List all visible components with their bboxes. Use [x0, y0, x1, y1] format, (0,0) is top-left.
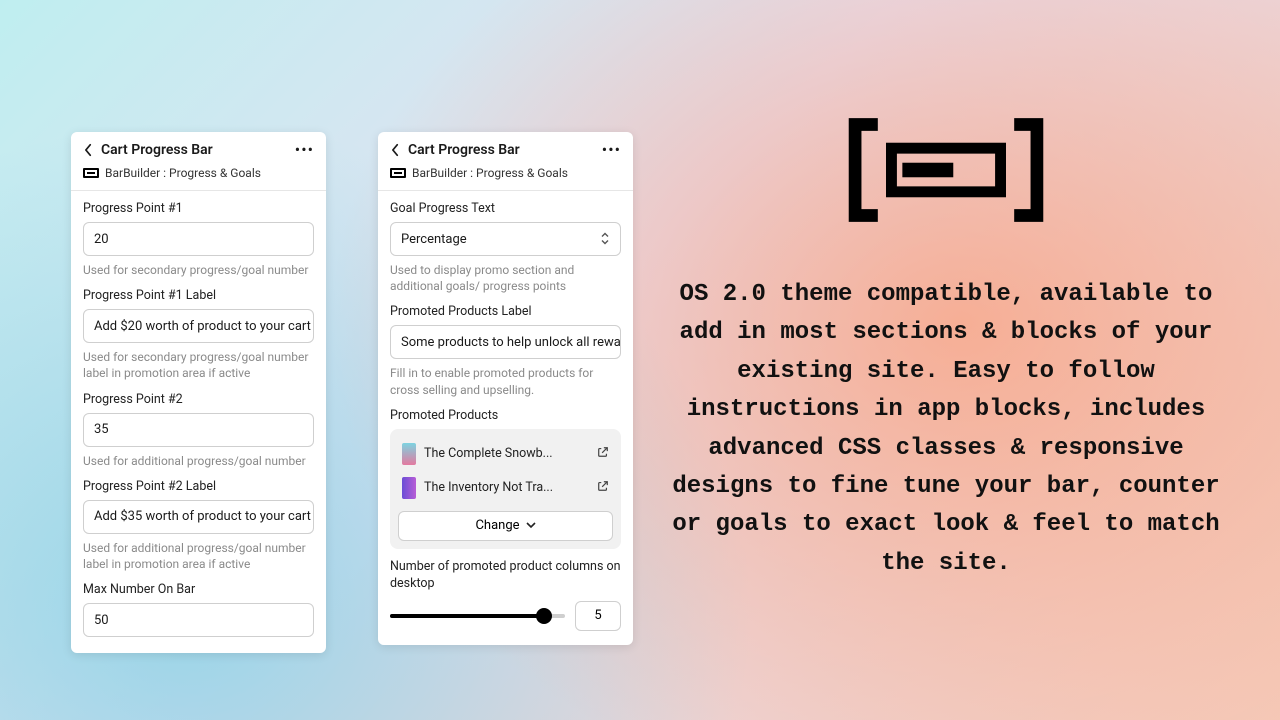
product-row[interactable]: The Inventory Not Tra...	[398, 471, 613, 505]
field-label: Promoted Products Label	[390, 304, 621, 319]
back-icon[interactable]	[388, 143, 402, 157]
brand-logo	[846, 110, 1046, 234]
more-icon[interactable]: •••	[295, 145, 314, 155]
app-label: BarBuilder : Progress & Goals	[412, 166, 568, 180]
product-name: The Inventory Not Tra...	[424, 480, 589, 495]
promoted-products-label-input[interactable]: Some products to help unlock all reward	[390, 325, 621, 359]
field-label: Progress Point #2	[83, 392, 314, 407]
slider-fill	[390, 614, 544, 618]
external-link-icon[interactable]	[597, 446, 609, 462]
change-button-label: Change	[475, 518, 519, 533]
chevron-down-icon	[526, 518, 536, 533]
select-caret-icon	[600, 232, 610, 247]
max-number-input[interactable]: 50	[83, 603, 314, 637]
more-icon[interactable]: •••	[602, 145, 621, 155]
panel-header: Cart Progress Bar •••	[378, 132, 633, 164]
panel-subheader: BarBuilder : Progress & Goals	[71, 164, 326, 190]
external-link-icon[interactable]	[597, 480, 609, 496]
progress-point-2-label-input[interactable]: Add $35 worth of product to your cart t	[83, 500, 314, 534]
goal-progress-text-select[interactable]: Percentage	[390, 222, 621, 256]
field-helper: Used for additional progress/goal number	[83, 453, 314, 469]
product-thumb	[402, 443, 416, 465]
marketing-copy: OS 2.0 theme compatible, available to ad…	[668, 276, 1224, 583]
back-icon[interactable]	[81, 143, 95, 157]
columns-slider[interactable]	[390, 606, 565, 626]
progress-point-1-label-input[interactable]: Add $20 worth of product to your cart t	[83, 309, 314, 343]
app-logo-icon	[390, 168, 406, 178]
field-label: Number of promoted product columns on de…	[390, 559, 621, 593]
columns-value-input[interactable]: 5	[575, 601, 621, 631]
product-thumb	[402, 477, 416, 499]
field-label: Progress Point #1	[83, 201, 314, 216]
product-name: The Complete Snowb...	[424, 446, 589, 461]
select-value: Percentage	[401, 232, 467, 247]
slider-knob[interactable]	[536, 608, 552, 624]
field-label: Goal Progress Text	[390, 201, 621, 216]
panel-subheader: BarBuilder : Progress & Goals	[378, 164, 633, 190]
change-button[interactable]: Change	[398, 511, 613, 541]
field-label: Progress Point #2 Label	[83, 479, 314, 494]
product-row[interactable]: The Complete Snowb...	[398, 437, 613, 471]
settings-panel-right: Cart Progress Bar ••• BarBuilder : Progr…	[378, 132, 633, 645]
field-label: Max Number On Bar	[83, 582, 314, 597]
field-label: Promoted Products	[390, 408, 621, 423]
progress-point-1-input[interactable]: 20	[83, 222, 314, 256]
panel-title: Cart Progress Bar	[101, 142, 295, 158]
app-logo-icon	[83, 168, 99, 178]
progress-point-2-input[interactable]: 35	[83, 413, 314, 447]
promoted-products-block: The Complete Snowb... The Inventory Not …	[390, 429, 621, 549]
field-helper: Used for secondary progress/goal number …	[83, 349, 314, 381]
field-helper: Used for secondary progress/goal number	[83, 262, 314, 278]
field-label: Progress Point #1 Label	[83, 288, 314, 303]
settings-panel-left: Cart Progress Bar ••• BarBuilder : Progr…	[71, 132, 326, 653]
app-label: BarBuilder : Progress & Goals	[105, 166, 261, 180]
panel-title: Cart Progress Bar	[408, 142, 602, 158]
panel-header: Cart Progress Bar •••	[71, 132, 326, 164]
field-helper: Used to display promo section and additi…	[390, 262, 621, 294]
field-helper: Used for additional progress/goal number…	[83, 540, 314, 572]
field-helper: Fill in to enable promoted products for …	[390, 365, 621, 397]
